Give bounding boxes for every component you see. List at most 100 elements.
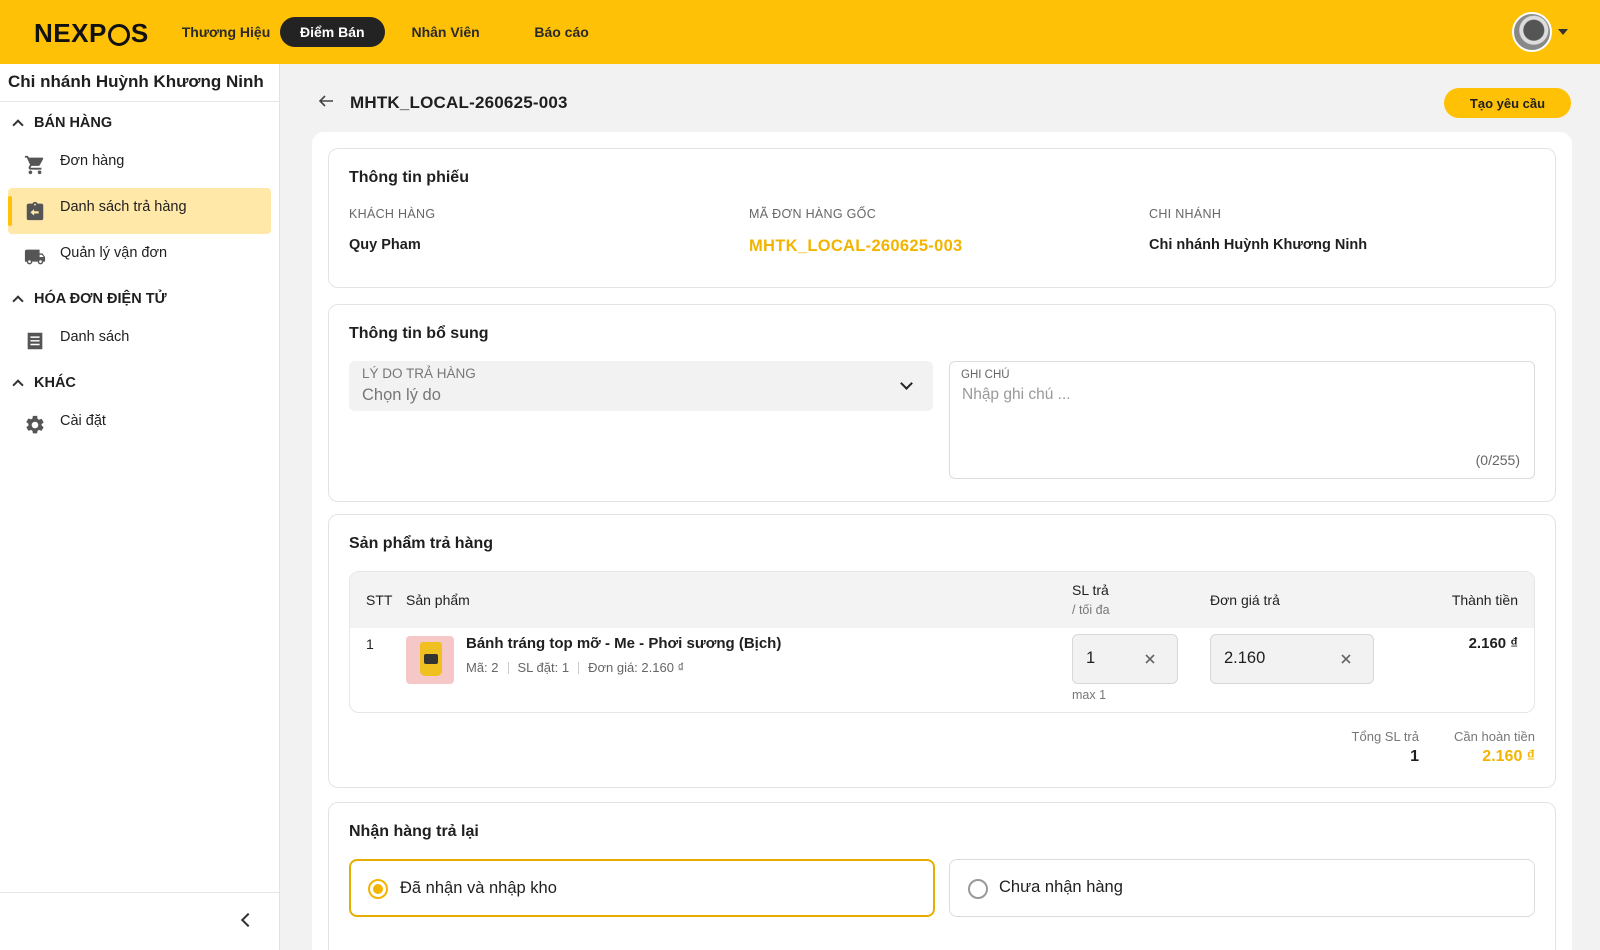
sidebar-item-invoice-list[interactable]: Danh sách (8, 318, 271, 364)
receive-card: Nhận hàng trả lại Đã nhận và nhập kho Ch… (328, 802, 1556, 950)
sidebar-item-shipping[interactable]: Quản lý vận đơn (8, 234, 271, 280)
product-meta: Mã: 2 SL đặt: 1 Đơn giá: 2.160 ₫ (466, 660, 684, 675)
radio-received[interactable]: Đã nhận và nhập kho (349, 859, 935, 917)
line-total: 2.160 ₫ (1468, 635, 1518, 652)
customer-label: KHÁCH HÀNG (349, 207, 436, 221)
ticket-info-card: Thông tin phiếu KHÁCH HÀNG Quy Pham MÃ Đ… (328, 148, 1556, 288)
cart-icon (24, 154, 46, 176)
branch-value: Chi nhánh Huỳnh Khương Ninh (1149, 237, 1368, 253)
section-other-title: KHÁC (34, 375, 76, 391)
section-einvoice-title: HÓA ĐƠN ĐIỆN TỬ (34, 291, 167, 307)
note-char-counter: (0/255) (1475, 452, 1520, 468)
return-price-input[interactable]: 2.160 (1210, 634, 1374, 684)
card-title: Nhận hàng trả lại (349, 823, 479, 840)
branch-info: CHI NHÁNH Chi nhánh Huỳnh Khương Ninh (1149, 207, 1367, 253)
card-title: Thông tin phiếu (349, 169, 469, 186)
branch-title: Chi nhánh Huỳnh Khương Ninh (0, 64, 279, 102)
user-menu[interactable] (1512, 12, 1568, 52)
order-link[interactable]: MHTK_LOCAL-260625-003 (749, 237, 963, 256)
return-qty-value: 1 (1086, 649, 1096, 667)
refund-value: 2.160 ₫ (1482, 748, 1535, 765)
section-sales[interactable]: BÁN HÀNG (0, 104, 279, 142)
nav-item-brand[interactable]: Thương Hiệu (178, 17, 274, 47)
chevron-left-icon[interactable] (240, 912, 256, 928)
col-total: Thành tiền (1451, 592, 1518, 608)
product-code: Mã: 2 (466, 660, 499, 675)
product-image (406, 636, 454, 684)
section-sales-title: BÁN HÀNG (34, 115, 113, 131)
chevron-up-icon (12, 295, 24, 307)
col-stt: STT (366, 592, 393, 608)
sidebar-item-label: Danh sách trả hàng (60, 199, 187, 215)
order-label: MÃ ĐƠN HÀNG GỐC (749, 207, 877, 221)
section-other[interactable]: KHÁC (0, 364, 279, 402)
back-arrow-icon[interactable] (318, 93, 334, 109)
card-title: Sản phẩm trả hàng (349, 535, 494, 552)
clear-icon[interactable] (1143, 652, 1157, 666)
return-reason-select[interactable]: LÝ DO TRẢ HÀNG Chọn lý do (349, 361, 933, 411)
refund-label: Cần hoàn tiền (1454, 729, 1535, 744)
radio-not-received[interactable]: Chưa nhận hàng (949, 859, 1535, 917)
radio-not-received-label: Chưa nhận hàng (999, 878, 1123, 896)
sidebar-item-label: Cài đặt (60, 413, 106, 429)
sidebar-item-label: Danh sách (60, 329, 130, 345)
main-area: MHTK_LOCAL-260625-003 Tạo yêu cầu Thông … (280, 64, 1600, 950)
product-ordered-qty: SL đặt: 1 (517, 660, 570, 675)
nav-item-staff[interactable]: Nhân Viên (391, 17, 501, 47)
return-price-value: 2.160 (1224, 649, 1266, 667)
table-header: STT Sản phẩm SL trả / tối đa Đơn giá trả… (350, 572, 1534, 628)
col-product: Sản phẩm (406, 592, 470, 608)
chevron-up-icon (12, 119, 24, 131)
nav-item-reports[interactable]: Báo cáo (507, 17, 617, 47)
return-qty-input[interactable]: 1 (1072, 634, 1178, 684)
return-reason-placeholder: Chọn lý do (362, 386, 441, 404)
branch-label: CHI NHÁNH (1149, 207, 1222, 221)
page-title: MHTK_LOCAL-260625-003 (350, 93, 568, 112)
max-qty-text: max 1 (1072, 688, 1107, 702)
note-label: GHI CHÚ (961, 369, 1010, 381)
col-qty-sub: / tối đa (1072, 603, 1110, 617)
section-einvoice[interactable]: HÓA ĐƠN ĐIỆN TỬ (0, 280, 279, 318)
create-request-button[interactable]: Tạo yêu cầu (1444, 88, 1571, 118)
top-bar: NEXP S Thương Hiệu Điểm Bán Nhân Viên Báo… (0, 0, 1600, 64)
chevron-down-icon (900, 377, 913, 390)
sidebar-item-orders[interactable]: Đơn hàng (8, 142, 271, 188)
sidebar-footer (0, 892, 279, 950)
customer-info: KHÁCH HÀNG Quy Pham (349, 207, 435, 253)
list-doc-icon (24, 330, 46, 352)
total-qty-value: 1 (1410, 748, 1419, 765)
main-nav: Thương Hiệu Điểm Bán Nhân Viên Báo cáo (178, 17, 617, 47)
note-textarea[interactable]: GHI CHÚ Nhập ghi chú ... (0/255) (949, 361, 1535, 479)
note-placeholder: Nhập ghi chú ... (962, 386, 1071, 403)
radio-unchecked-icon (968, 879, 988, 899)
return-products-card: Sản phẩm trả hàng STT Sản phẩm SL trả / … (328, 514, 1556, 788)
caret-down-icon[interactable] (1558, 29, 1568, 35)
gear-icon (24, 414, 46, 436)
content-panel: Thông tin phiếu KHÁCH HÀNG Quy Pham MÃ Đ… (312, 132, 1572, 950)
col-price: Đơn giá trả (1210, 592, 1280, 608)
extra-info-card: Thông tin bổ sung LÝ DO TRẢ HÀNG Chọn lý… (328, 304, 1556, 502)
products-table: STT Sản phẩm SL trả / tối đa Đơn giá trả… (349, 571, 1535, 713)
sidebar-item-returns[interactable]: Danh sách trả hàng (8, 188, 271, 234)
return-reason-label: LÝ DO TRẢ HÀNG (362, 366, 476, 381)
nexpos-logo[interactable]: NEXP S (34, 18, 149, 49)
card-title: Thông tin bổ sung (349, 325, 489, 342)
sidebar: Chi nhánh Huỳnh Khương Ninh BÁN HÀNG Đơn… (0, 64, 280, 950)
row-stt: 1 (366, 636, 374, 652)
chevron-up-icon (12, 379, 24, 391)
return-box-icon (24, 200, 46, 222)
sidebar-item-settings[interactable]: Cài đặt (8, 402, 271, 448)
clear-icon[interactable] (1339, 652, 1353, 666)
radio-received-label: Đã nhận và nhập kho (400, 879, 557, 897)
col-qty: SL trả (1072, 582, 1109, 598)
sidebar-item-label: Đơn hàng (60, 153, 125, 169)
nav-item-store[interactable]: Điểm Bán (280, 17, 385, 47)
truck-icon (24, 246, 46, 268)
product-name: Bánh tráng top mỡ - Me - Phơi sương (Bịc… (466, 635, 782, 652)
avatar[interactable] (1512, 12, 1552, 52)
order-info: MÃ ĐƠN HÀNG GỐC MHTK_LOCAL-260625-003 (749, 207, 963, 256)
customer-value: Quy Pham (349, 237, 421, 253)
sidebar-item-label: Quản lý vận đơn (60, 245, 168, 261)
product-unit-price: Đơn giá: 2.160 ₫ (588, 660, 685, 675)
radio-checked-icon (368, 879, 388, 899)
